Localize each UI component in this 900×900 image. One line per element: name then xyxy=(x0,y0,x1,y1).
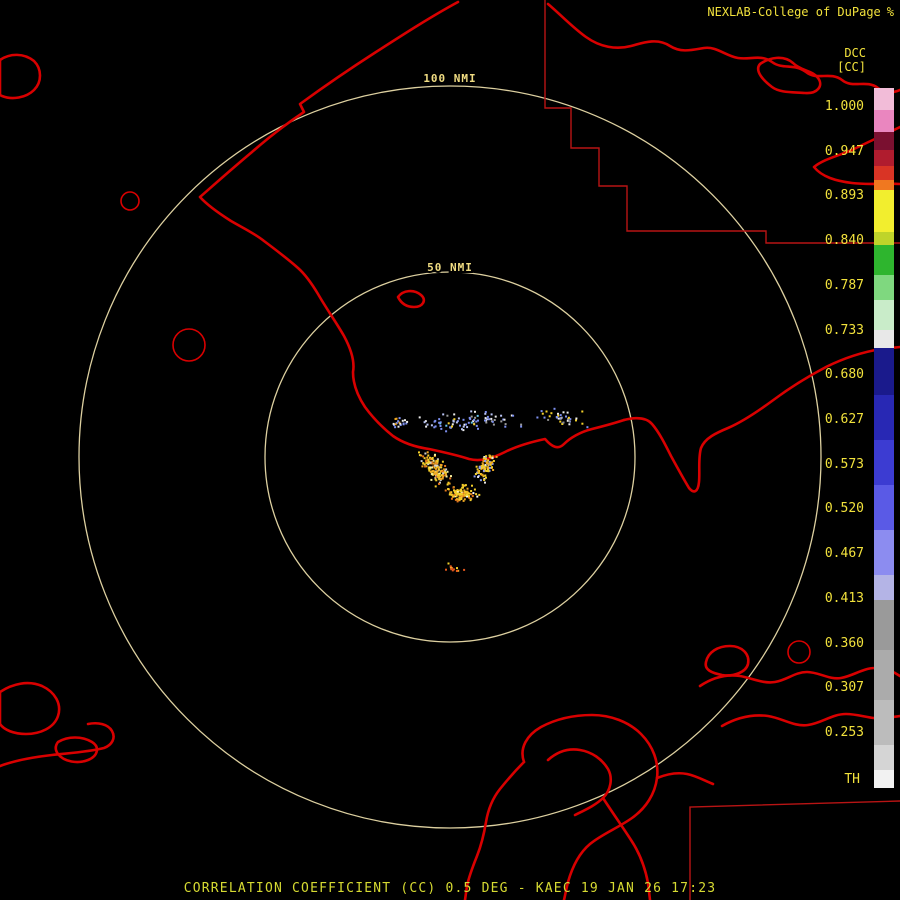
colorbar-segment xyxy=(874,88,894,110)
colorbar-segment xyxy=(874,745,894,770)
colorbar-segment xyxy=(874,575,894,600)
colorbar-segment xyxy=(874,232,894,245)
colorbar-segment xyxy=(874,770,894,788)
state-boundary-line xyxy=(544,0,900,244)
site-title-row: NEXLAB-College of DuPage% xyxy=(707,5,894,19)
radar-echoes xyxy=(392,407,589,572)
colorbar-segment xyxy=(874,485,894,530)
colorbar-segment xyxy=(874,440,894,485)
colorbar-segment xyxy=(874,150,894,166)
colorbar-segment xyxy=(874,348,894,395)
range-ring-100nmi xyxy=(78,85,822,829)
coastline xyxy=(463,760,526,900)
coastline xyxy=(704,644,750,677)
radar-map-canvas: 100 NMI 50 NMI xyxy=(0,0,900,900)
map-circle-feature xyxy=(120,191,140,211)
coastline xyxy=(0,681,61,736)
colorbar-segment xyxy=(874,245,894,275)
colorbar-segment xyxy=(874,190,894,232)
colorbar-segment xyxy=(874,530,894,575)
colorbar-segment xyxy=(874,650,894,700)
site-title: NEXLAB-College of DuPage xyxy=(707,5,881,19)
map-circle-feature xyxy=(172,328,206,362)
colorbar-segment xyxy=(874,180,894,190)
range-ring-50nmi xyxy=(264,271,636,643)
colorbar xyxy=(874,88,894,788)
colorbar-segment xyxy=(874,275,894,300)
colorbar-segment xyxy=(874,700,894,745)
colorbar-threshold-label: TH xyxy=(844,772,860,787)
colorbar-product-label: DCC xyxy=(844,46,866,60)
coastline xyxy=(198,0,626,462)
colorbar-segment xyxy=(874,132,894,150)
coastline xyxy=(622,345,900,493)
colorbar-segment xyxy=(874,110,894,132)
radar-display: 100 NMI 50 NMI NEXLAB-College of DuPage% … xyxy=(0,0,900,900)
range-ring-label: 50 NMI xyxy=(427,261,473,274)
map-circle-feature xyxy=(787,640,811,664)
colorbar-segment xyxy=(874,300,894,330)
colorbar-segment xyxy=(874,600,894,650)
colorbar-segment xyxy=(874,166,894,180)
colorbar-units-label: [CC] xyxy=(837,60,866,74)
coastline xyxy=(396,289,426,309)
range-ring-label: 100 NMI xyxy=(423,72,476,85)
title-mark: % xyxy=(886,5,894,19)
coastline xyxy=(0,53,42,100)
coastline xyxy=(655,771,715,786)
colorbar-segment xyxy=(874,395,894,440)
coastline xyxy=(698,666,900,688)
product-caption: CORRELATION COEFFICIENT (CC) 0.5 DEG - K… xyxy=(183,881,717,896)
colorbar-segment xyxy=(874,330,894,348)
